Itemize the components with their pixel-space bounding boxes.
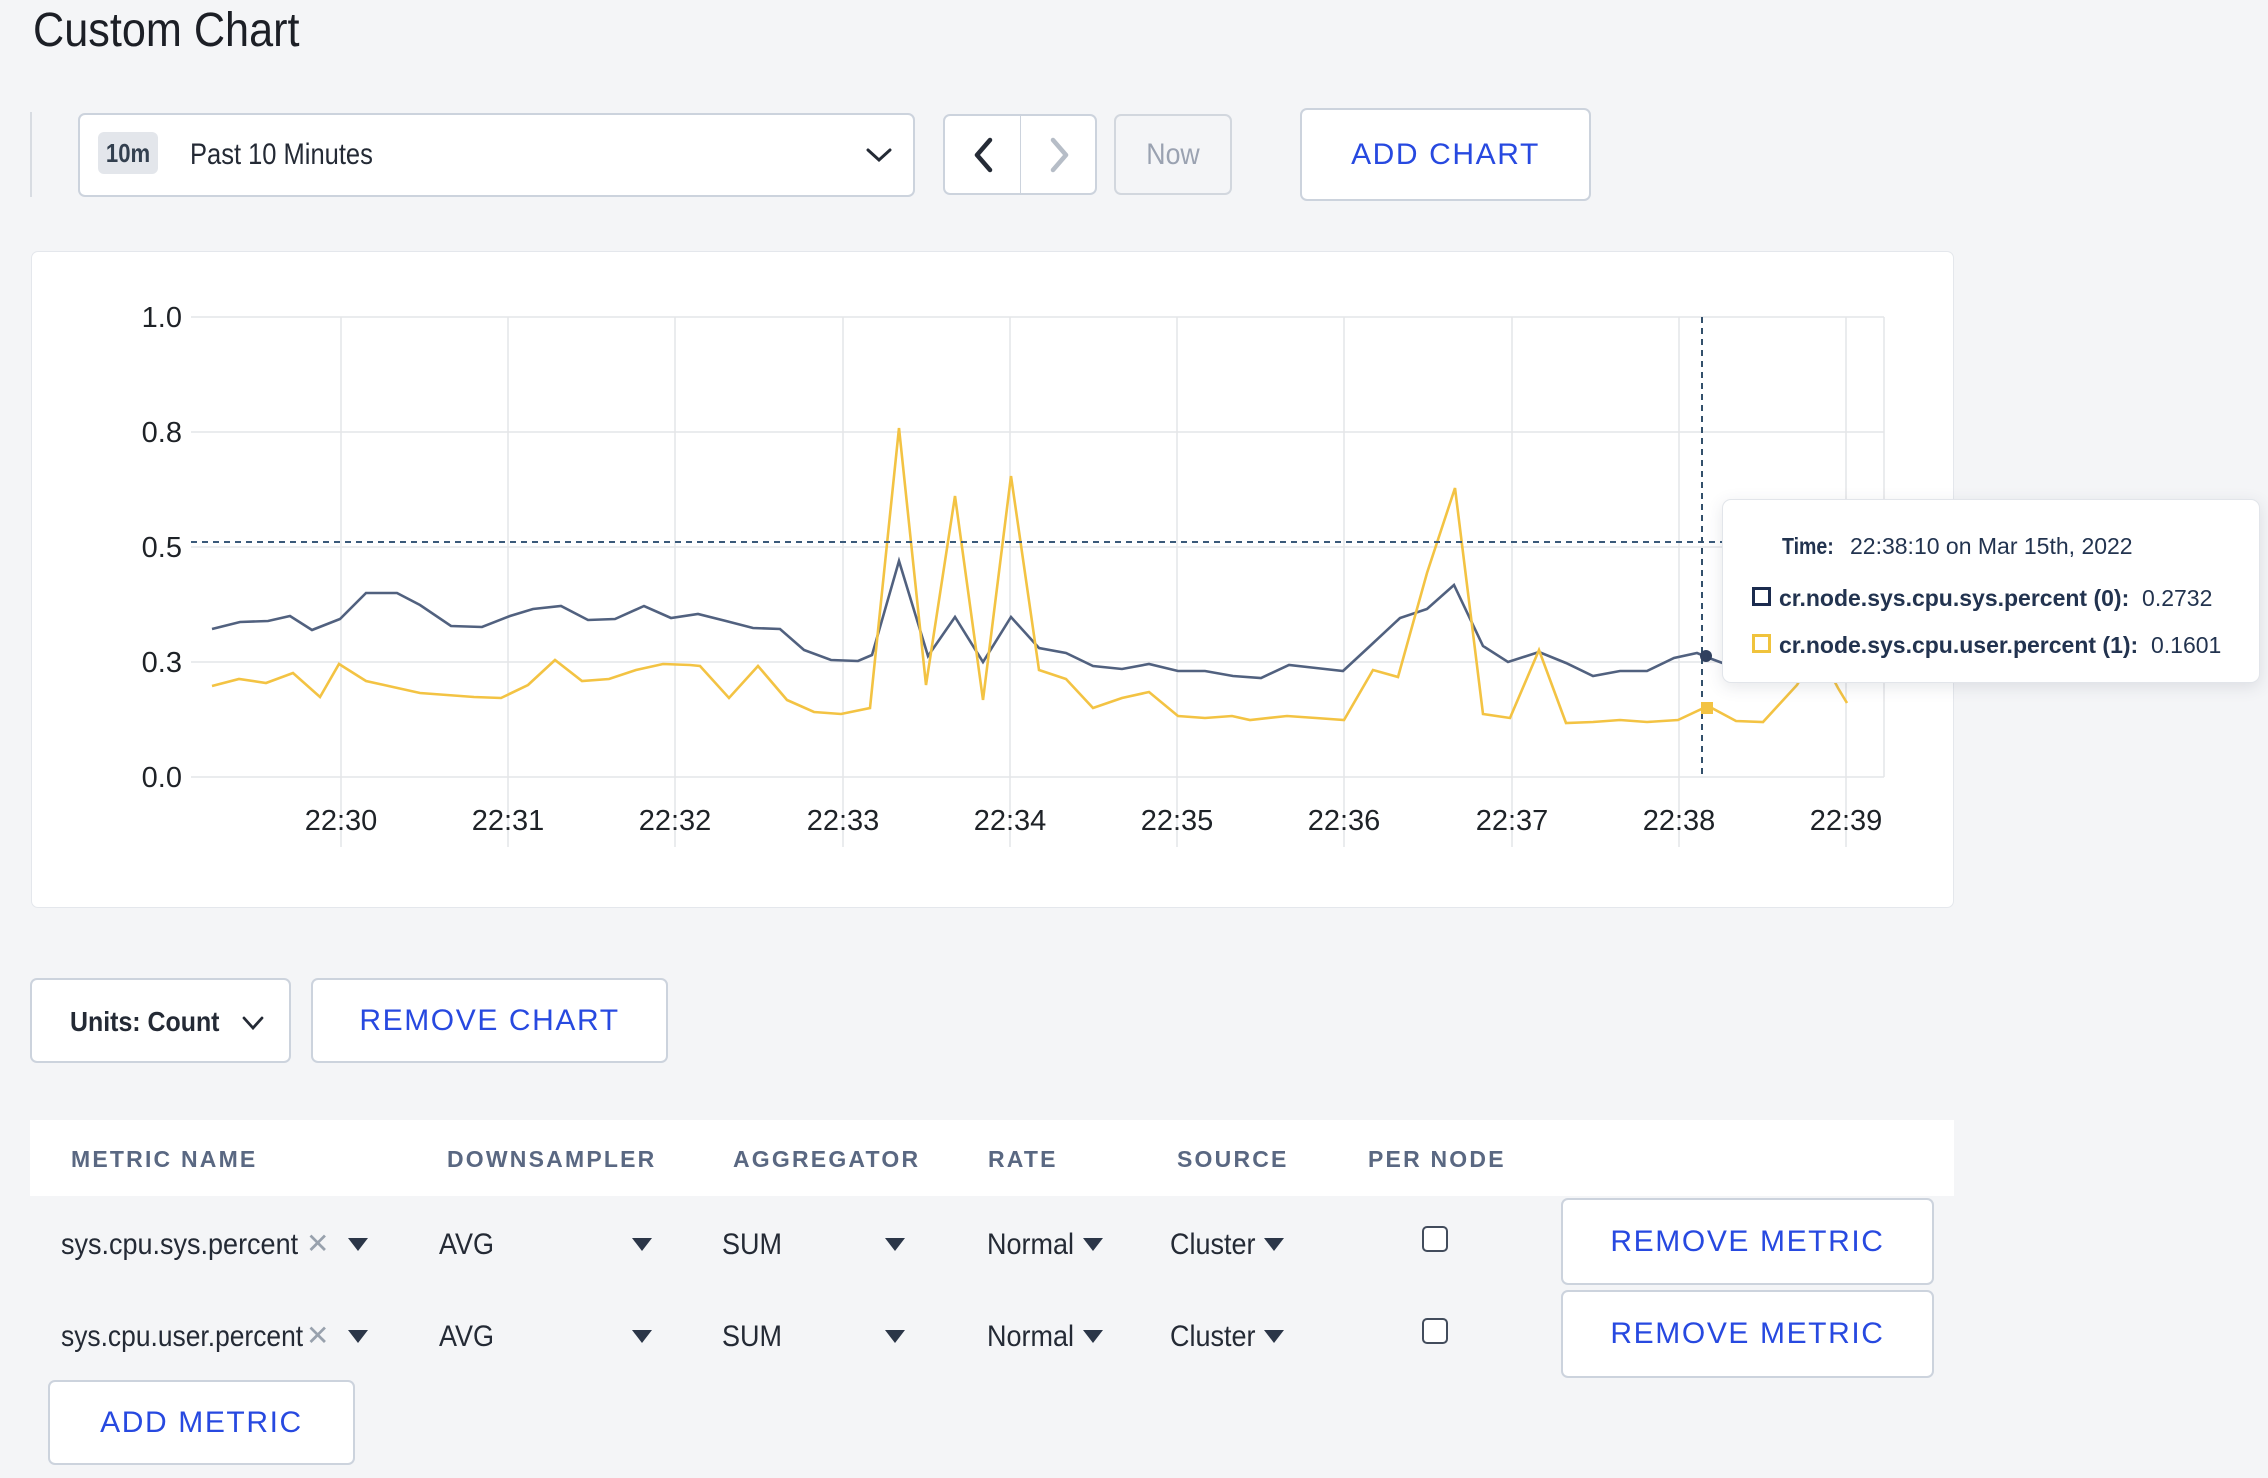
svg-text:22:37: 22:37 bbox=[1476, 805, 1549, 837]
svg-text:22:32: 22:32 bbox=[639, 805, 712, 837]
svg-text:22:34: 22:34 bbox=[974, 805, 1047, 837]
svg-text:22:36: 22:36 bbox=[1308, 805, 1381, 837]
svg-text:22:33: 22:33 bbox=[807, 805, 880, 837]
svg-text:22:38: 22:38 bbox=[1643, 805, 1716, 837]
svg-text:22:31: 22:31 bbox=[472, 805, 545, 837]
svg-text:0.8: 0.8 bbox=[142, 417, 182, 449]
svg-text:0.5: 0.5 bbox=[142, 532, 182, 564]
svg-text:22:35: 22:35 bbox=[1141, 805, 1214, 837]
svg-text:1.0: 1.0 bbox=[142, 302, 182, 334]
svg-text:22:39: 22:39 bbox=[1810, 805, 1883, 837]
svg-text:0.0: 0.0 bbox=[142, 762, 182, 794]
svg-text:22:30: 22:30 bbox=[305, 805, 378, 837]
svg-text:0.3: 0.3 bbox=[142, 647, 182, 679]
